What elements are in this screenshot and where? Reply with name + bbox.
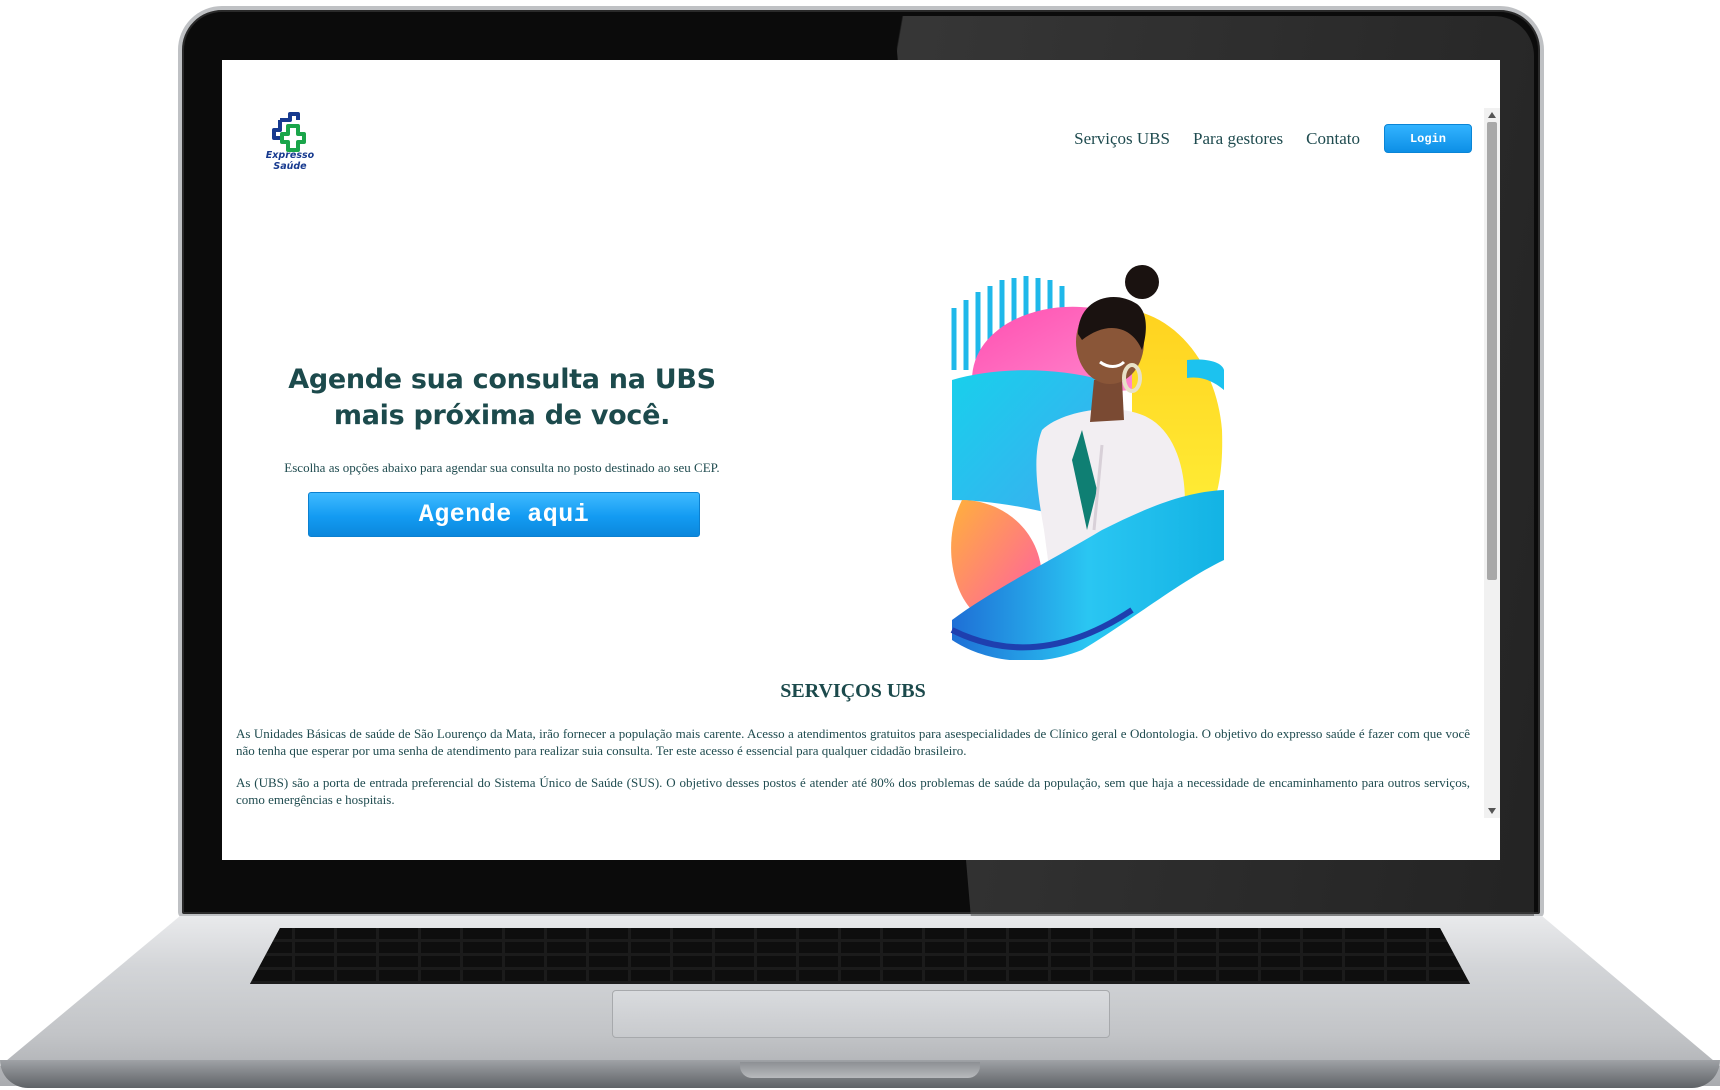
keyboard <box>250 928 1470 984</box>
schedule-button[interactable]: Agende aqui <box>308 492 700 537</box>
login-button[interactable]: Login <box>1384 124 1472 153</box>
scrollbar-thumb[interactable] <box>1487 122 1497 580</box>
trackpad <box>612 990 1110 1038</box>
services-paragraph: As (UBS) são a porta de entrada preferen… <box>236 775 1470 807</box>
laptop-notch <box>740 1062 980 1078</box>
doctor-illustration <box>950 265 1224 660</box>
chevron-down-icon[interactable] <box>1488 808 1496 814</box>
services-paragraph: As Unidades Básicas de saúde de São Lour… <box>236 726 1470 758</box>
logo-text: Expresso Saúde <box>265 150 315 172</box>
medical-cross-icon <box>272 112 306 152</box>
hero-title: Agende sua consulta na UBS mais próxima … <box>288 364 716 431</box>
services-title: SERVIÇOS UBS <box>780 680 926 702</box>
brand-logo[interactable]: Expresso Saúde <box>250 112 330 172</box>
chevron-up-icon[interactable] <box>1488 112 1496 118</box>
nav-para-gestores[interactable]: Para gestores <box>1193 129 1283 149</box>
laptop-frame: Expresso Saúde Serviços UBS Para gestore… <box>0 0 1720 1090</box>
main-nav: Serviços UBS Para gestores Contato Login <box>1074 124 1472 153</box>
nav-servicos-ubs[interactable]: Serviços UBS <box>1074 129 1170 149</box>
page-scrollbar[interactable] <box>1484 108 1500 818</box>
browser-viewport: Expresso Saúde Serviços UBS Para gestore… <box>222 60 1500 860</box>
hero-subtitle: Escolha as opções abaixo para agendar su… <box>284 460 720 475</box>
nav-contato[interactable]: Contato <box>1306 129 1360 149</box>
